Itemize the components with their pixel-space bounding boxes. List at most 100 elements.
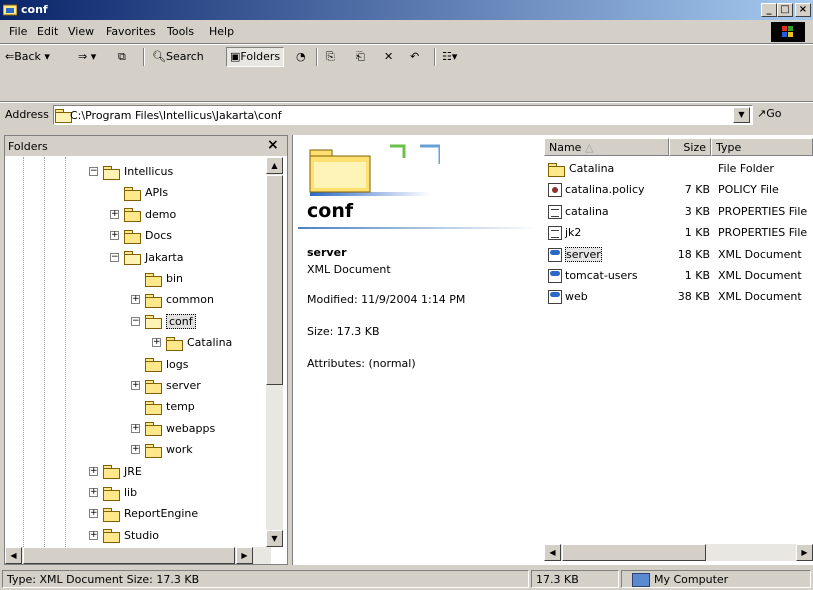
xml-file-icon	[548, 269, 562, 283]
expand-icon[interactable]: +	[110, 231, 119, 241]
xml-file-icon	[548, 290, 562, 305]
menu-tools[interactable]: Tools	[167, 25, 194, 38]
scroll-left-button[interactable]: ◀	[5, 547, 22, 564]
close-button[interactable]: ×	[795, 3, 811, 17]
scroll-thumb[interactable]	[266, 175, 283, 385]
tree-item-apis[interactable]: APIs	[124, 183, 168, 203]
file-name-cell: catalina.policy	[548, 179, 668, 200]
up-folder-button[interactable]: ⧉	[118, 48, 126, 66]
expand-icon[interactable]: +	[110, 209, 119, 219]
tree-item-server[interactable]: + server	[131, 376, 201, 396]
collapse-icon[interactable]: −	[89, 167, 98, 176]
expand-icon[interactable]: +	[131, 423, 140, 433]
menu-favorites[interactable]: Favorites	[106, 25, 156, 38]
menu-file[interactable]: File	[9, 25, 27, 38]
expand-icon[interactable]: +	[89, 488, 98, 497]
tree-item-intellicus[interactable]: − Intellicus	[89, 162, 173, 182]
maximize-button[interactable]: □	[777, 3, 793, 17]
tree-item-lib[interactable]: + lib	[89, 483, 137, 503]
expand-icon[interactable]: +	[152, 338, 161, 348]
properties-file-icon	[548, 226, 562, 241]
tree-item-logs[interactable]: logs	[145, 355, 189, 375]
column-header-type[interactable]: Type	[711, 138, 813, 156]
collapse-icon[interactable]: −	[110, 252, 119, 262]
tree-item-label: APIs	[145, 186, 169, 200]
copy-to-button[interactable]: ⎗	[356, 48, 365, 66]
file-type: POLICY File	[718, 183, 779, 197]
menu-bar: File Edit View Favorites Tools Help	[0, 21, 813, 43]
column-header-size[interactable]: Size	[669, 138, 711, 156]
menu-help[interactable]: Help	[209, 25, 234, 38]
tree-item-reportengine[interactable]: + ReportEngine	[89, 504, 198, 524]
tree-item-jre[interactable]: + JRE	[89, 462, 142, 482]
file-row-tomcat-users[interactable]: tomcat-users 1 KB XML Document	[548, 265, 813, 286]
delete-button[interactable]: ✕	[384, 48, 393, 66]
column-header-name[interactable]: Name △	[544, 138, 669, 156]
folders-pane-header: Folders ×	[5, 136, 287, 156]
tree-item-studio[interactable]: + Studio	[89, 526, 159, 546]
collapse-icon[interactable]: −	[131, 316, 140, 326]
address-dropdown-button[interactable]: ▼	[733, 107, 750, 123]
back-button[interactable]: ⇐Back ▾	[5, 48, 50, 66]
folder-tree-scrollbar[interactable]: ▲ ▼	[266, 157, 283, 547]
history-button[interactable]: ◔	[296, 48, 306, 66]
move-to-icon: ⎘	[326, 50, 335, 63]
expand-icon[interactable]: +	[89, 509, 98, 519]
file-row-catalina[interactable]: catalina 3 KB PROPERTIES File	[548, 201, 813, 222]
tree-item-jakarta[interactable]: − Jakarta	[110, 248, 183, 268]
tree-item-conf[interactable]: − conf	[131, 312, 196, 332]
folder-tree-hscrollbar[interactable]: ◀ ▶	[5, 547, 271, 564]
menu-edit[interactable]: Edit	[37, 25, 58, 38]
open-folder-icon	[103, 165, 120, 180]
file-name: web	[565, 290, 588, 304]
search-button[interactable]: 🔍︎Search	[152, 48, 204, 66]
folder-icon	[145, 422, 162, 437]
expand-icon[interactable]: +	[131, 295, 140, 305]
tree-item-bin[interactable]: bin	[145, 269, 183, 289]
scroll-left-button[interactable]: ◀	[544, 544, 561, 561]
folders-pane-close-button[interactable]: ×	[267, 137, 279, 153]
menu-view[interactable]: View	[68, 25, 94, 38]
scroll-right-button[interactable]: ▶	[796, 544, 813, 561]
go-button[interactable]: ↗Go	[757, 107, 781, 120]
scroll-down-button[interactable]: ▼	[266, 530, 283, 547]
title-bar[interactable]: conf _ □ ×	[0, 0, 813, 20]
file-name-cell: catalina	[548, 201, 668, 222]
back-arrow-icon: ⇐	[5, 50, 15, 63]
minimize-button[interactable]: _	[761, 3, 777, 17]
views-button[interactable]: ☷▾	[442, 48, 457, 66]
expand-icon[interactable]: +	[131, 381, 140, 390]
scroll-up-button[interactable]: ▲	[266, 157, 283, 174]
status-type-size: Type: XML Document Size: 17.3 KB	[2, 570, 529, 588]
tree-item-webapps[interactable]: + webapps	[131, 419, 215, 439]
folders-button[interactable]: ▣Folders	[226, 47, 285, 67]
undo-button[interactable]: ↶	[410, 48, 419, 66]
views-icon: ☷	[442, 50, 452, 63]
forward-button[interactable]: ⇒ ▾	[78, 48, 96, 66]
file-row-server[interactable]: server 18 KB XML Document	[548, 244, 813, 265]
file-row-jk2[interactable]: jk2 1 KB PROPERTIES File	[548, 222, 813, 243]
tree-item-work[interactable]: + work	[131, 440, 193, 460]
file-name-cell: jk2	[548, 222, 668, 243]
file-size: 7 KB	[684, 183, 710, 197]
file-row-catalina[interactable]: Catalina File Folder	[548, 158, 813, 179]
expand-icon[interactable]: +	[89, 466, 98, 476]
tree-item-temp[interactable]: temp	[145, 397, 195, 417]
file-list-header: Name △ Size Type	[544, 138, 813, 156]
move-to-button[interactable]: ⎘	[326, 48, 335, 66]
tree-item-common[interactable]: + common	[131, 290, 214, 310]
hscroll-thumb[interactable]	[23, 547, 235, 564]
expand-icon[interactable]: +	[89, 530, 98, 540]
expand-icon[interactable]: +	[131, 445, 140, 455]
scroll-right-button[interactable]: ▶	[236, 547, 253, 564]
file-name-cell: web	[548, 286, 668, 307]
file-row-web[interactable]: web 38 KB XML Document	[548, 286, 813, 307]
tree-guide-line	[44, 157, 45, 547]
folder-icon	[103, 529, 120, 544]
tree-item-demo[interactable]: + demo	[110, 205, 176, 225]
file-row-catalina-policy[interactable]: catalina.policy 7 KB POLICY File	[548, 179, 813, 200]
hscroll-thumb[interactable]	[562, 544, 706, 561]
tree-item-catalina[interactable]: + Catalina	[152, 333, 232, 353]
tree-item-docs[interactable]: + Docs	[110, 226, 172, 246]
file-list-hscrollbar[interactable]: ◀ ▶	[544, 544, 813, 561]
